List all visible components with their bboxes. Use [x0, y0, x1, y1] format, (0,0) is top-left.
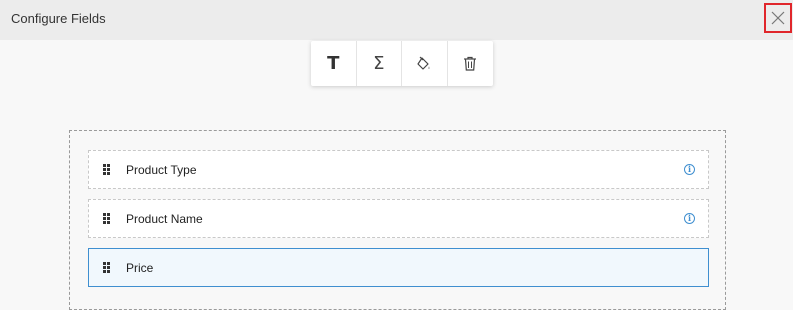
field-label: Price: [126, 260, 154, 275]
close-icon: [771, 11, 785, 25]
paint-bucket-icon: [417, 56, 430, 70]
drag-handle-icon[interactable]: [103, 164, 110, 175]
delete-button[interactable]: [448, 41, 494, 86]
info-icon[interactable]: i: [684, 164, 695, 175]
text-format-icon: T: [327, 53, 340, 74]
field-row-product-type[interactable]: Product Type i: [88, 150, 709, 189]
field-row-price[interactable]: Price: [88, 248, 709, 287]
text-format-button[interactable]: T: [311, 41, 357, 86]
drag-handle-icon[interactable]: [103, 262, 110, 273]
trash-icon: [464, 56, 477, 71]
dialog-title: Configure Fields: [11, 11, 106, 26]
dialog-header: Configure Fields: [0, 0, 793, 40]
fill-color-button[interactable]: [402, 41, 448, 86]
sum-icon: Σ: [373, 53, 385, 74]
field-toolbar: T Σ: [311, 41, 493, 86]
info-icon[interactable]: i: [684, 213, 695, 224]
field-label: Product Name: [126, 211, 203, 226]
sum-button[interactable]: Σ: [357, 41, 402, 86]
field-row-product-name[interactable]: Product Name i: [88, 199, 709, 238]
field-label: Product Type: [126, 162, 197, 177]
drag-handle-icon[interactable]: [103, 213, 110, 224]
close-button[interactable]: [764, 3, 792, 33]
